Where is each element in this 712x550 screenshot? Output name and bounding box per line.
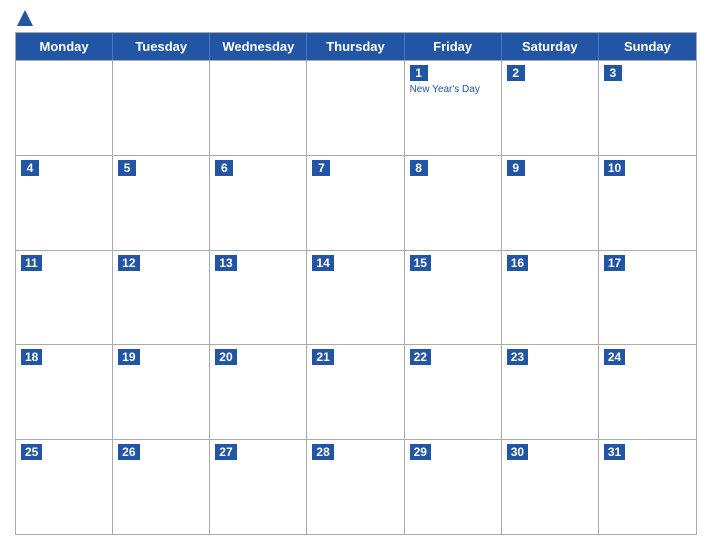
week-row-2: 4 5 6 7 8 9 10 — [16, 155, 696, 250]
day-number: 23 — [507, 349, 528, 365]
day-number: 17 — [604, 255, 625, 271]
calendar-header: MondayTuesdayWednesdayThursdayFridaySatu… — [16, 33, 696, 60]
day-number: 27 — [215, 444, 236, 460]
day-header-friday: Friday — [405, 33, 502, 60]
week-row-1: 0 0 0 0 1 New Year's Day 2 3 — [16, 60, 696, 155]
cal-cell: 20 — [210, 345, 307, 439]
cal-cell: 4 — [16, 156, 113, 250]
day-number: 10 — [604, 160, 625, 176]
week-row-4: 18 19 20 21 22 23 24 — [16, 344, 696, 439]
logo — [15, 10, 33, 26]
cal-cell: 29 — [405, 440, 502, 534]
day-number: 0 — [21, 65, 39, 81]
cal-cell: 23 — [502, 345, 599, 439]
cal-cell: 12 — [113, 251, 210, 345]
cal-cell: 10 — [599, 156, 696, 250]
cal-cell: 18 — [16, 345, 113, 439]
cal-cell: 14 — [307, 251, 404, 345]
cal-cell: 22 — [405, 345, 502, 439]
cal-cell: 19 — [113, 345, 210, 439]
day-number: 28 — [312, 444, 333, 460]
day-number: 3 — [604, 65, 622, 81]
day-number: 0 — [215, 65, 233, 81]
holiday-label: New Year's Day — [410, 84, 496, 96]
cal-cell: 27 — [210, 440, 307, 534]
cal-cell: 30 — [502, 440, 599, 534]
day-header-sunday: Sunday — [599, 33, 696, 60]
cal-cell: 15 — [405, 251, 502, 345]
day-header-saturday: Saturday — [502, 33, 599, 60]
day-number: 7 — [312, 160, 330, 176]
cal-cell: 17 — [599, 251, 696, 345]
day-header-tuesday: Tuesday — [113, 33, 210, 60]
cal-cell: 0 — [307, 61, 404, 155]
day-header-monday: Monday — [16, 33, 113, 60]
day-number: 8 — [410, 160, 428, 176]
cal-cell: 25 — [16, 440, 113, 534]
cal-cell: 11 — [16, 251, 113, 345]
day-number: 2 — [507, 65, 525, 81]
day-number: 15 — [410, 255, 431, 271]
day-number: 6 — [215, 160, 233, 176]
week-row-5: 25 26 27 28 29 30 31 — [16, 439, 696, 534]
day-number: 0 — [312, 65, 330, 81]
cal-cell: 2 — [502, 61, 599, 155]
day-number: 16 — [507, 255, 528, 271]
cal-cell: 0 — [16, 61, 113, 155]
cal-cell: 24 — [599, 345, 696, 439]
day-number: 14 — [312, 255, 333, 271]
day-header-wednesday: Wednesday — [210, 33, 307, 60]
cal-cell: 7 — [307, 156, 404, 250]
cal-cell: 9 — [502, 156, 599, 250]
day-number: 25 — [21, 444, 42, 460]
cal-cell: 5 — [113, 156, 210, 250]
day-number: 29 — [410, 444, 431, 460]
cal-cell: 28 — [307, 440, 404, 534]
day-number: 9 — [507, 160, 525, 176]
logo-triangle-icon — [17, 10, 33, 26]
cal-cell: 6 — [210, 156, 307, 250]
cal-cell: 21 — [307, 345, 404, 439]
day-number: 13 — [215, 255, 236, 271]
day-number: 19 — [118, 349, 139, 365]
day-number: 20 — [215, 349, 236, 365]
calendar: MondayTuesdayWednesdayThursdayFridaySatu… — [15, 32, 697, 535]
cal-cell: 16 — [502, 251, 599, 345]
week-row-3: 11 12 13 14 15 16 17 — [16, 250, 696, 345]
day-header-thursday: Thursday — [307, 33, 404, 60]
cal-cell: 26 — [113, 440, 210, 534]
day-number: 11 — [21, 255, 42, 271]
cal-cell: 31 — [599, 440, 696, 534]
page-header — [15, 10, 697, 32]
day-number: 0 — [118, 65, 136, 81]
calendar-body: 00001New Year's Day234567891011121314151… — [16, 60, 696, 534]
cal-cell: 8 — [405, 156, 502, 250]
day-number: 24 — [604, 349, 625, 365]
day-number: 30 — [507, 444, 528, 460]
day-number: 12 — [118, 255, 139, 271]
cal-cell: 3 — [599, 61, 696, 155]
cal-cell: 0 — [210, 61, 307, 155]
day-number: 18 — [21, 349, 42, 365]
day-number: 1 — [410, 65, 428, 81]
cal-cell: 1 New Year's Day — [405, 61, 502, 155]
day-number: 26 — [118, 444, 139, 460]
day-number: 21 — [312, 349, 333, 365]
day-number: 31 — [604, 444, 625, 460]
cal-cell: 13 — [210, 251, 307, 345]
day-number: 5 — [118, 160, 136, 176]
cal-cell: 0 — [113, 61, 210, 155]
day-number: 4 — [21, 160, 39, 176]
day-number: 22 — [410, 349, 431, 365]
